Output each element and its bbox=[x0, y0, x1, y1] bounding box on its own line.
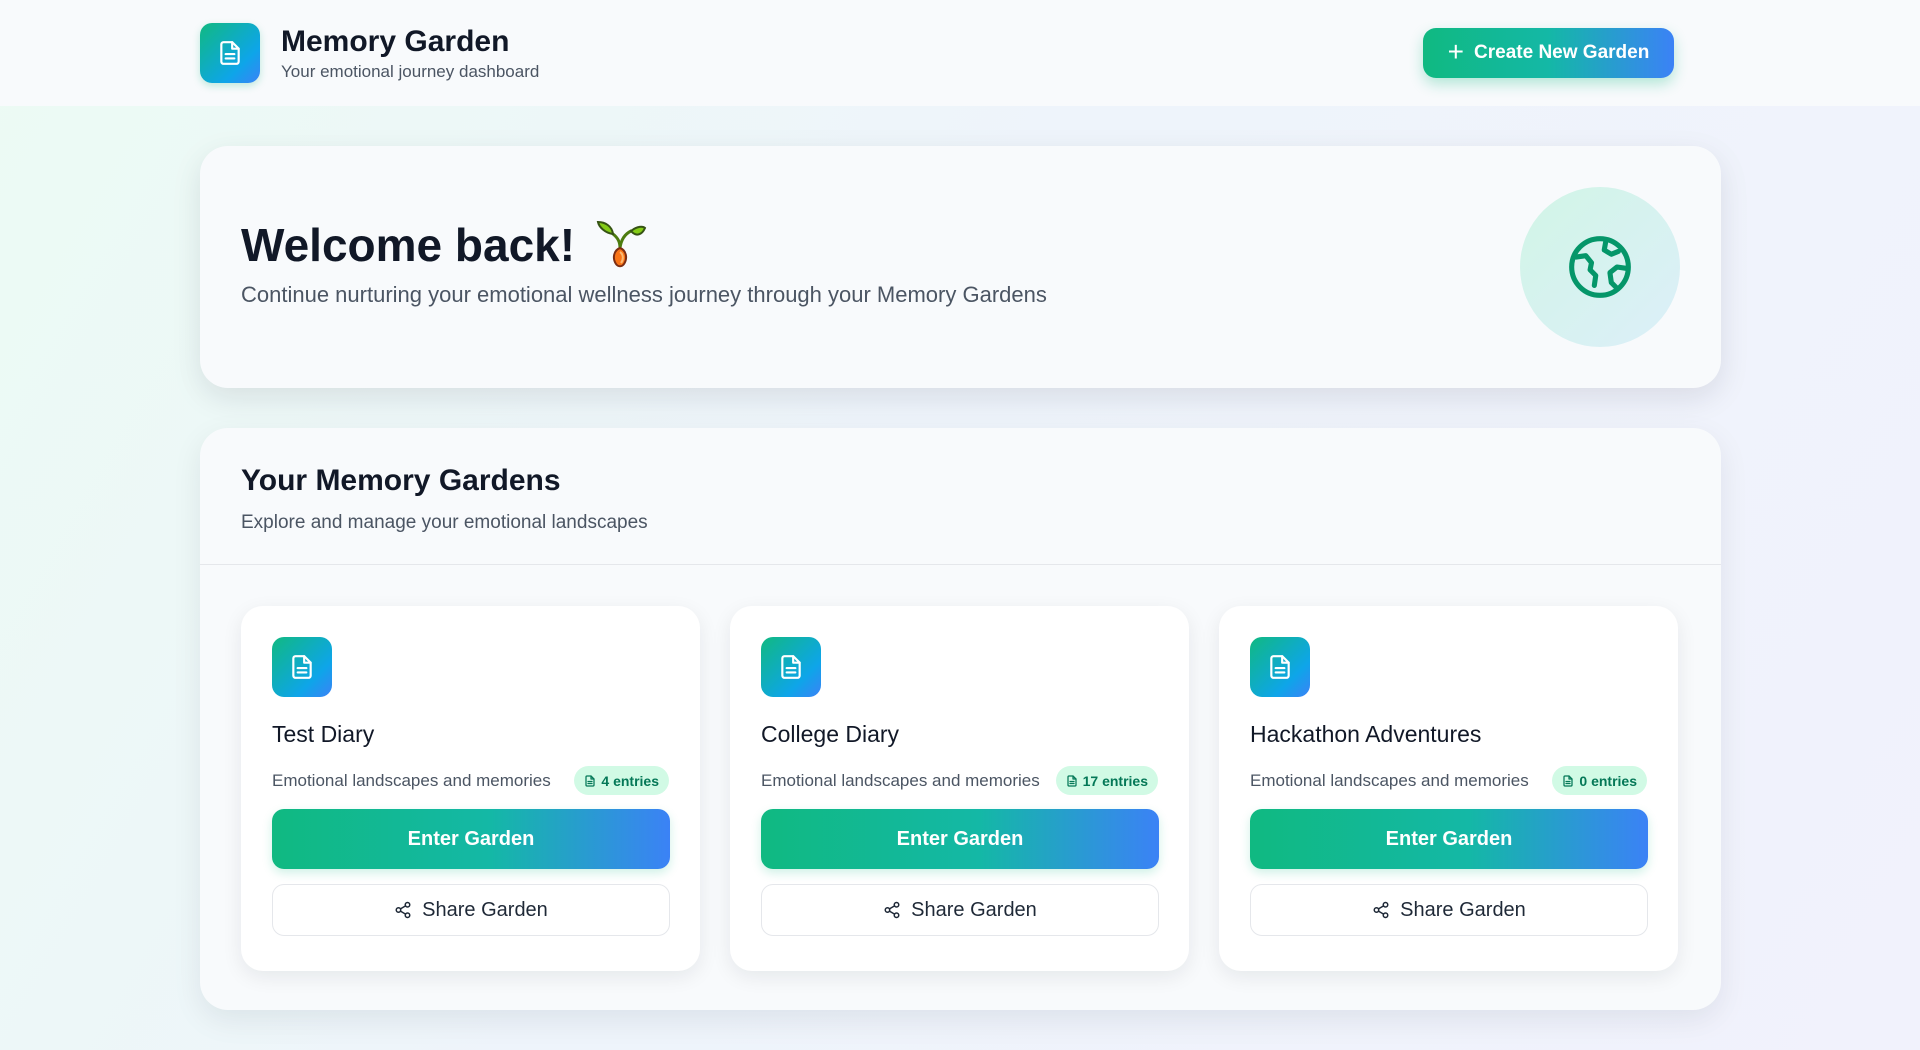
document-icon bbox=[1067, 774, 1077, 787]
entries-badge: 17 entries bbox=[1055, 766, 1158, 795]
enter-garden-button[interactable]: Enter Garden bbox=[761, 809, 1159, 869]
garden-icon-tile bbox=[272, 637, 332, 697]
gardens-header: Your Memory Gardens Explore and manage y… bbox=[200, 428, 1721, 565]
entries-badge: 0 entries bbox=[1552, 766, 1647, 795]
enter-garden-button[interactable]: Enter Garden bbox=[1250, 809, 1648, 869]
garden-cards: Test Diary Emotional landscapes and memo… bbox=[200, 565, 1721, 971]
seedling-icon bbox=[596, 220, 647, 268]
welcome-heading: Welcome back! bbox=[241, 218, 647, 272]
create-new-garden-label: Create New Garden bbox=[1474, 42, 1650, 63]
garden-name: Test Diary bbox=[272, 721, 375, 747]
document-icon bbox=[585, 774, 596, 787]
document-icon bbox=[292, 655, 312, 679]
document-icon bbox=[1563, 774, 1574, 787]
entries-count: 0 entries bbox=[1579, 772, 1637, 789]
garden-name: College Diary bbox=[761, 721, 900, 747]
enter-garden-button[interactable]: Enter Garden bbox=[272, 809, 670, 869]
garden-icon-tile bbox=[1250, 637, 1310, 697]
entries-count: 17 entries bbox=[1082, 772, 1148, 789]
app-subtitle: Your emotional journey dashboard bbox=[281, 62, 540, 81]
entries-count: 4 entries bbox=[601, 772, 659, 789]
globe-icon bbox=[1569, 236, 1631, 298]
create-new-garden-button[interactable]: + Create New Garden bbox=[1423, 28, 1674, 78]
memory-gardens-panel: Your Memory Gardens Explore and manage y… bbox=[200, 428, 1721, 1010]
brand: Memory Garden Your emotional journey das… bbox=[200, 23, 539, 83]
garden-card: College Diary Emotional landscapes and m… bbox=[730, 606, 1189, 971]
garden-icon-tile bbox=[761, 637, 821, 697]
app-title: Memory Garden bbox=[281, 25, 510, 58]
document-icon bbox=[1270, 655, 1290, 679]
share-garden-button[interactable]: Share Garden bbox=[272, 884, 670, 936]
garden-description: Emotional landscapes and memories bbox=[761, 770, 1040, 790]
plus-icon: + bbox=[1447, 35, 1465, 67]
document-icon bbox=[220, 41, 240, 65]
welcome-card: Welcome back! Continue nurturing your em… bbox=[200, 146, 1721, 388]
garden-card: Hackathon Adventures Emotional landscape… bbox=[1219, 606, 1678, 971]
gardens-subtitle: Explore and manage your emotional landsc… bbox=[241, 512, 648, 533]
share-garden-button[interactable]: Share Garden bbox=[761, 884, 1159, 936]
welcome-subtitle: Continue nurturing your emotional wellne… bbox=[241, 282, 1047, 307]
garden-card: Test Diary Emotional landscapes and memo… bbox=[241, 606, 700, 971]
app-logo bbox=[200, 23, 260, 83]
garden-description: Emotional landscapes and memories bbox=[1250, 770, 1529, 790]
globe-badge bbox=[1520, 187, 1680, 347]
welcome-title: Welcome back! bbox=[241, 219, 576, 271]
garden-name: Hackathon Adventures bbox=[1250, 721, 1482, 747]
share-icon bbox=[395, 901, 411, 919]
document-icon bbox=[781, 655, 801, 679]
entries-badge: 4 entries bbox=[574, 766, 669, 795]
share-icon bbox=[1373, 901, 1389, 919]
top-header: Memory Garden Your emotional journey das… bbox=[0, 0, 1920, 106]
gardens-title: Your Memory Gardens bbox=[241, 464, 561, 497]
share-garden-button[interactable]: Share Garden bbox=[1250, 884, 1648, 936]
share-garden-label: Share Garden bbox=[1400, 898, 1526, 921]
share-garden-label: Share Garden bbox=[911, 898, 1037, 921]
garden-description: Emotional landscapes and memories bbox=[272, 770, 551, 790]
share-garden-label: Share Garden bbox=[422, 898, 548, 921]
share-icon bbox=[884, 901, 900, 919]
